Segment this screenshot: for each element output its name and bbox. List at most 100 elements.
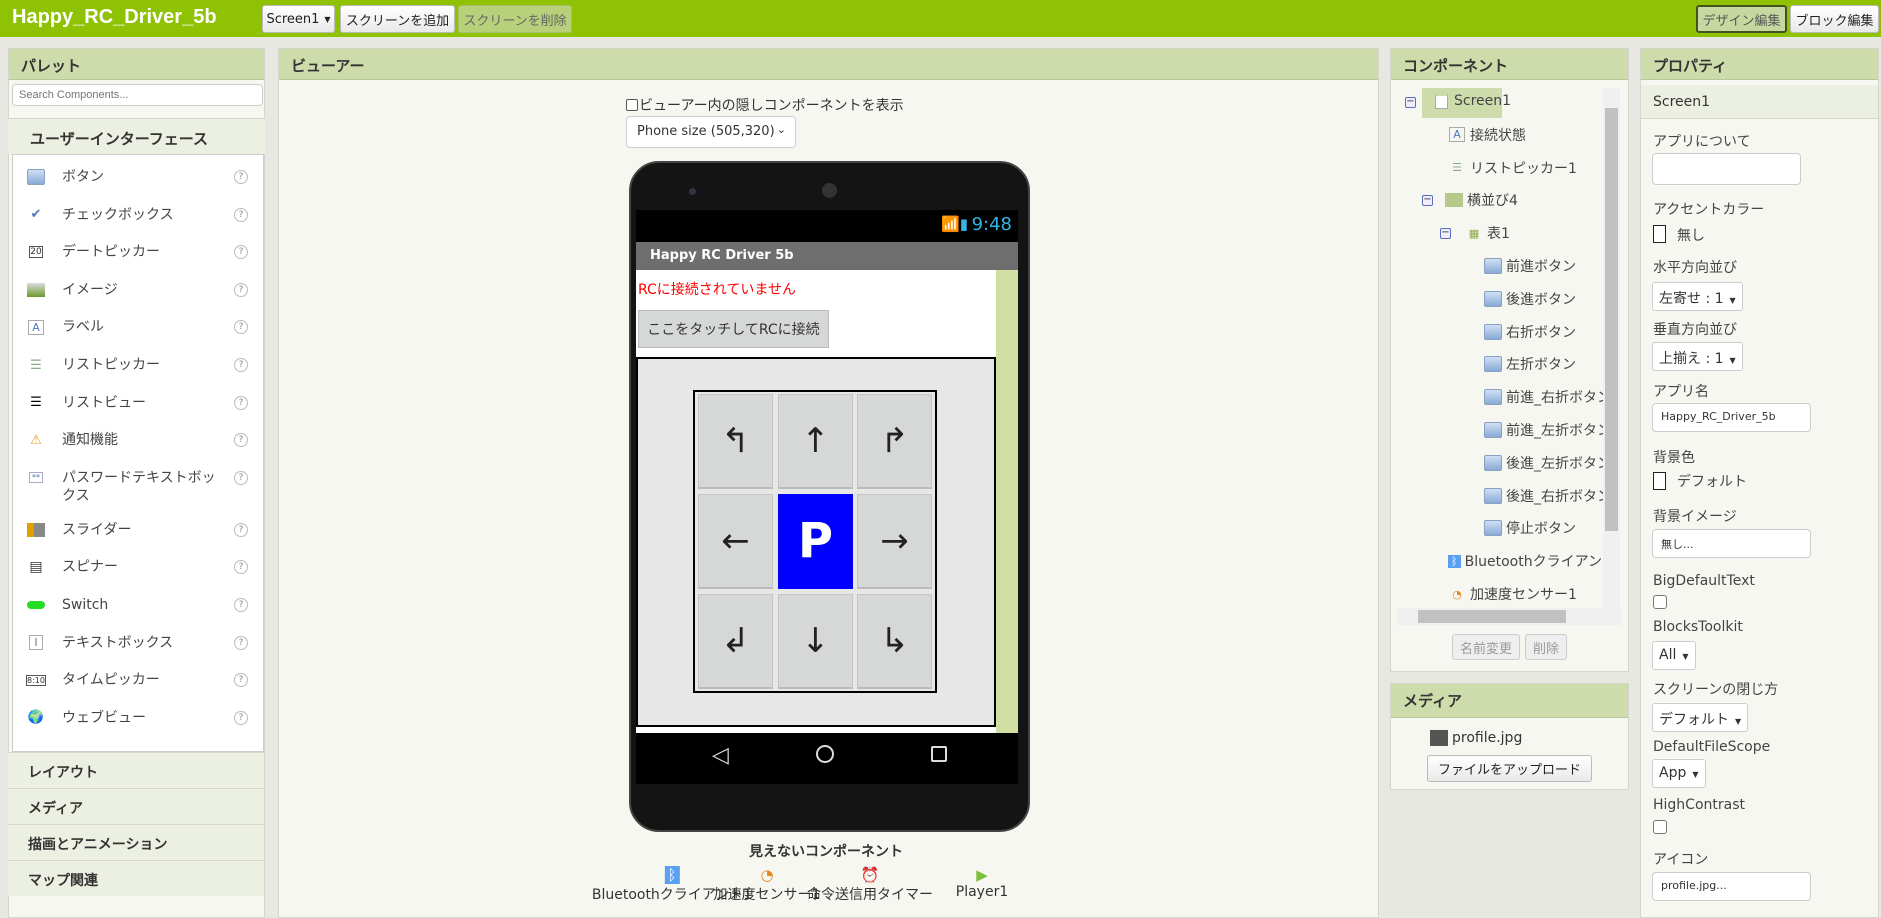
palette-item[interactable]: イメージ? (12, 272, 252, 310)
palette-section[interactable]: マップ関連 (8, 860, 264, 896)
palette-item[interactable]: 🌍 ウェブビュー? (12, 700, 252, 738)
direction-button[interactable]: ↲ (698, 594, 773, 689)
help-icon[interactable]: ? (234, 170, 248, 184)
palette-item[interactable]: Switch? (12, 587, 252, 625)
tree-item[interactable]: 後進_左折ボタン (1484, 453, 1603, 473)
help-icon[interactable]: ? (234, 207, 248, 222)
direction-button[interactable]: ↓ (778, 594, 853, 689)
tree-item[interactable]: 右折ボタン (1484, 322, 1576, 342)
bg-color-value[interactable]: デフォルト (1677, 471, 1747, 491)
direction-button[interactable]: → (857, 494, 932, 589)
delete-button[interactable]: 削除 (1525, 634, 1567, 660)
help-icon[interactable]: ? (234, 470, 248, 485)
palette-item[interactable]: 8:10 タイムピッカー? (12, 662, 252, 700)
nonvisible-component[interactable]: ◔ 加速度センサー1 (714, 866, 821, 904)
screen-select[interactable]: Screen1 ▼ (262, 5, 335, 33)
collapse-icon[interactable]: − (1422, 195, 1433, 207)
tree-vscroll[interactable] (1603, 88, 1620, 608)
palette-item[interactable]: スライダー? (12, 512, 252, 550)
palette-item[interactable]: ** パスワードテキストボックス? (12, 460, 252, 512)
blocks-toolkit-select[interactable]: All ▼ (1652, 641, 1696, 670)
direction-button[interactable]: ← (698, 494, 773, 589)
designer-button[interactable]: デザイン編集 (1696, 5, 1787, 33)
bg-image-input[interactable]: 無し... (1652, 529, 1811, 558)
valign-select[interactable]: 上揃え : 1 ▼ (1652, 342, 1743, 371)
upload-file-button[interactable]: ファイルをアップロード (1427, 755, 1592, 782)
about-textarea[interactable] (1652, 153, 1801, 185)
palette-section[interactable]: 描画とアニメーション (8, 824, 264, 860)
help-icon[interactable]: ? (234, 635, 248, 650)
palette-section[interactable]: レイアウト (8, 752, 264, 788)
nonvisible-component[interactable]: ⏰ 命令送信用タイマー (807, 866, 933, 904)
help-icon[interactable]: ? (234, 522, 248, 537)
tree-item[interactable]: 横並び4 (1445, 190, 1518, 210)
tree-item[interactable]: 後進ボタン (1484, 289, 1576, 309)
home-icon[interactable] (816, 745, 834, 763)
phone-scrollbar[interactable] (996, 270, 1018, 733)
tree-item[interactable]: 後進_右折ボタン (1484, 486, 1603, 506)
help-icon[interactable]: ? (234, 320, 248, 335)
tree-hscroll[interactable] (1397, 608, 1622, 625)
help-icon[interactable]: ? (234, 395, 248, 410)
tree-item[interactable]: ▦ 表1 (1465, 223, 1510, 243)
show-hidden-toggle[interactable]: ビューアー内の隠しコンポーネントを表示 (626, 95, 904, 115)
direction-button[interactable]: ↱ (857, 394, 932, 489)
tree-item[interactable]: 前進ボタン (1484, 256, 1576, 276)
bg-color-swatch[interactable] (1653, 472, 1666, 490)
show-hidden-checkbox[interactable] (626, 99, 638, 111)
palette-item[interactable]: ✔ チェックボックス? (12, 197, 252, 235)
tree-item[interactable]: ☰ リストピッカー1 (1448, 158, 1577, 178)
help-icon[interactable]: ? (234, 560, 248, 575)
tree-item[interactable]: 左折ボタン (1484, 354, 1576, 374)
tree-item[interactable]: 停止ボタン (1484, 518, 1576, 538)
help-icon[interactable]: ? (234, 433, 248, 448)
palette-section-ui[interactable]: ユーザーインターフェース (8, 118, 265, 154)
media-file[interactable]: profile.jpg (1430, 730, 1522, 746)
help-icon[interactable]: ? (234, 598, 248, 612)
tree-item[interactable]: 前進_左折ボタン (1484, 420, 1603, 440)
direction-button[interactable]: ↳ (857, 594, 932, 689)
high-contrast-checkbox[interactable] (1653, 820, 1667, 834)
tree-item[interactable]: ◔ 加速度センサー1 (1448, 584, 1577, 604)
tree-item[interactable]: Screen1 (1432, 92, 1511, 110)
palette-item[interactable]: ボタン? (12, 159, 252, 197)
help-icon[interactable]: ? (234, 245, 248, 260)
palette-item[interactable]: ☰ リストピッカー? (12, 347, 252, 385)
remove-screen-button[interactable]: スクリーンを削除 (458, 5, 572, 33)
collapse-icon[interactable]: − (1405, 97, 1416, 108)
big-default-text-checkbox[interactable] (1653, 595, 1667, 609)
nonvisible-component[interactable]: ▶ Player1 (956, 866, 1008, 900)
connect-button[interactable]: ここをタッチしてRCに接続 (638, 310, 829, 348)
collapse-icon[interactable]: − (1440, 228, 1451, 240)
blocks-button[interactable]: ブロック編集 (1790, 5, 1879, 33)
icon-input[interactable]: profile.jpg... (1652, 872, 1811, 901)
direction-button[interactable]: ↑ (778, 394, 853, 489)
palette-section[interactable]: メディア (8, 788, 264, 824)
add-screen-button[interactable]: スクリーンを追加 (340, 5, 455, 33)
search-components-input[interactable] (12, 84, 263, 106)
phone-size-select[interactable]: Phone size (505,320) ⌄ (626, 116, 796, 148)
default-file-scope-select[interactable]: App ▼ (1652, 759, 1706, 788)
help-icon[interactable]: ? (234, 710, 248, 725)
back-icon[interactable]: ◁ (712, 743, 729, 768)
app-name-input[interactable]: Happy_RC_Driver_5b (1652, 403, 1811, 432)
palette-item[interactable]: 20 デートピッカー? (12, 234, 252, 272)
tree-item[interactable]: ᛒBluetoothクライアント1 (1448, 551, 1603, 571)
tree-item[interactable]: A 接続状態 (1448, 125, 1526, 145)
palette-item[interactable]: I テキストボックス? (12, 625, 252, 663)
palette-item[interactable]: ⚠ 通知機能? (12, 422, 252, 460)
stop-button[interactable]: P (778, 494, 853, 589)
palette-item[interactable]: A ラベル? (12, 309, 252, 347)
help-icon[interactable]: ? (234, 358, 248, 372)
direction-button[interactable]: ↰ (698, 394, 773, 489)
recents-icon[interactable] (931, 746, 947, 762)
help-icon[interactable]: ? (234, 673, 248, 688)
help-icon[interactable]: ? (234, 282, 248, 297)
halign-select[interactable]: 左寄せ : 1 ▼ (1652, 282, 1743, 311)
palette-item[interactable]: ▤ スピナー? (12, 549, 252, 587)
palette-item[interactable]: ☰ リストビュー? (12, 385, 252, 423)
rename-button[interactable]: 名前変更 (1452, 634, 1520, 660)
screen-close-select[interactable]: デフォルト ▼ (1652, 703, 1749, 732)
accent-color-value[interactable]: 無し (1677, 225, 1705, 245)
tree-item[interactable]: 前進_右折ボタン (1484, 387, 1603, 407)
